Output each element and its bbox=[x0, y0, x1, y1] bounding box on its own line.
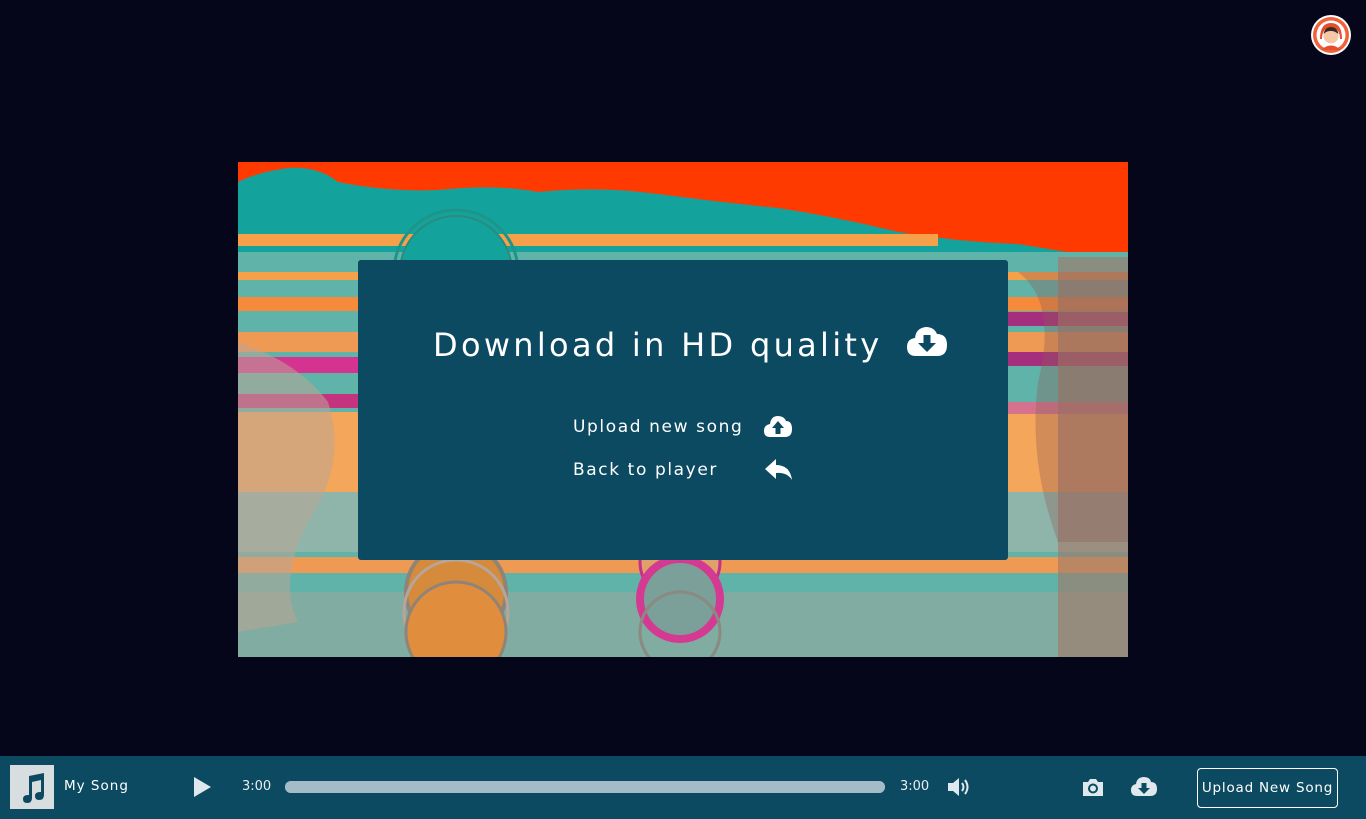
cloud-download-icon[interactable] bbox=[906, 324, 948, 360]
user-avatar-icon bbox=[1313, 17, 1349, 53]
progress-fill bbox=[285, 781, 885, 793]
upload-new-song-button[interactable]: Upload New Song bbox=[1197, 768, 1338, 808]
camera-icon bbox=[1083, 779, 1103, 796]
volume-icon bbox=[948, 778, 969, 796]
reply-arrow-icon bbox=[765, 459, 792, 480]
upload-new-song-option[interactable]: Upload new song bbox=[573, 413, 798, 441]
cloud-download-icon bbox=[1131, 777, 1157, 796]
volume-button[interactable] bbox=[946, 775, 972, 799]
modal-title[interactable]: Download in HD quality bbox=[433, 326, 883, 364]
screenshot-button[interactable] bbox=[1081, 775, 1105, 799]
song-title: My Song bbox=[64, 778, 129, 794]
back-to-player-label: Back to player bbox=[573, 460, 718, 480]
total-time: 3:00 bbox=[900, 779, 930, 794]
current-time: 3:00 bbox=[242, 779, 272, 794]
upload-new-song-label: Upload new song bbox=[573, 417, 744, 437]
play-icon bbox=[194, 777, 211, 797]
play-button[interactable] bbox=[190, 775, 214, 799]
progress-bar[interactable] bbox=[285, 781, 885, 793]
user-avatar[interactable] bbox=[1311, 15, 1351, 55]
download-modal: Download in HD quality Upload new song B… bbox=[358, 260, 1008, 560]
cloud-upload-icon bbox=[764, 416, 792, 437]
download-button[interactable] bbox=[1130, 775, 1158, 799]
back-to-player-option[interactable]: Back to player bbox=[573, 456, 798, 484]
music-note-icon bbox=[10, 765, 54, 809]
player-bar: My Song 3:00 3:00 Upload New Song bbox=[0, 756, 1366, 819]
album-art bbox=[10, 765, 54, 809]
